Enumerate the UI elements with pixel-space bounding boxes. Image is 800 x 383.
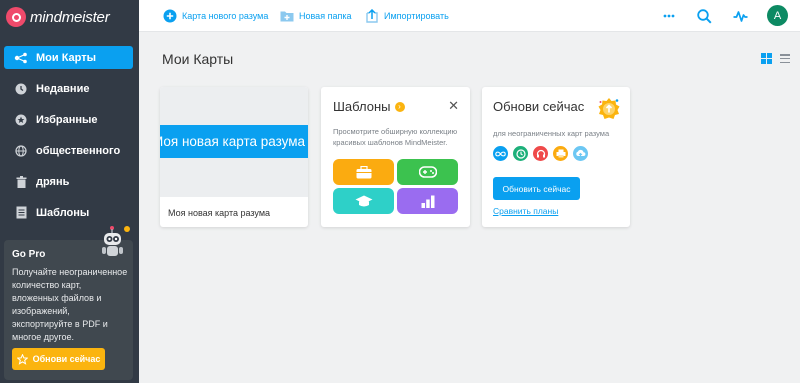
compare-plans-link[interactable]: Сравнить планы: [493, 206, 558, 216]
upgrade-now-primary-button[interactable]: Обновить сейчас: [493, 177, 580, 200]
sidebar-item-label: Недавние: [36, 82, 90, 95]
globe-icon: [14, 144, 28, 158]
template-tile-charts[interactable]: [397, 188, 458, 214]
cloud-upload-icon: [573, 146, 588, 161]
map-thumbnail[interactable]: Моя новая карта разума: [160, 87, 308, 197]
infinity-icon: [493, 146, 508, 161]
template-tile-fun[interactable]: [397, 159, 458, 185]
support-headset-icon: [533, 146, 548, 161]
robot-icon: [102, 226, 130, 256]
star-icon: [14, 113, 28, 127]
activity-button[interactable]: [729, 5, 751, 27]
more-dots-icon: [663, 14, 675, 18]
more-menu-button[interactable]: [658, 5, 680, 27]
sidebar-nav: Мои Карты Недавние Избранные общественно…: [0, 46, 139, 232]
logo-text: mindmeister: [30, 8, 110, 26]
logo[interactable]: mindmeister: [6, 7, 110, 27]
upgrade-subtitle: для неограниченных карт разума: [493, 129, 610, 138]
sidebar-item-public[interactable]: общественного: [4, 139, 133, 162]
template-tile-education[interactable]: [333, 188, 394, 214]
sidebar-item-label: дрянь: [36, 175, 70, 188]
list-view-icon[interactable]: [780, 54, 790, 63]
templates-title[interactable]: Шаблоны ›: [333, 99, 458, 114]
print-icon: [553, 146, 568, 161]
search-icon: [696, 8, 712, 24]
map-card[interactable]: Моя новая карта разума Моя новая карта р…: [160, 87, 308, 227]
graduation-cap-icon: [355, 195, 372, 206]
upgrade-badge-icon: [598, 98, 620, 119]
import-button[interactable]: Импортировать: [365, 8, 449, 24]
briefcase-icon: [356, 165, 371, 178]
sidebar-item-label: Шаблоны: [36, 206, 90, 219]
upgrade-now-button[interactable]: Обнови сейчас: [12, 348, 105, 370]
import-label: Импортировать: [384, 11, 449, 21]
bar-chart-icon: [421, 195, 434, 208]
page-title: Мои Карты: [162, 51, 234, 67]
templates-card: Шаблоны › ✕ Просмотрите обширную коллекц…: [321, 87, 470, 227]
sidebar-item-label: Избранные: [36, 113, 98, 126]
trash-icon: [14, 175, 28, 189]
sidebar-item-my-maps[interactable]: Мои Карты: [4, 46, 133, 69]
top-bar: Карта нового разума Новая папка Импортир…: [139, 0, 800, 32]
user-avatar[interactable]: A: [767, 5, 788, 26]
template-icon: [14, 206, 28, 220]
clock-icon: [14, 82, 28, 96]
close-icon[interactable]: ✕: [448, 98, 459, 114]
map-name[interactable]: Моя новая карта разума: [168, 208, 270, 218]
gamepad-icon: [418, 166, 437, 178]
template-tiles: [333, 159, 458, 214]
go-pro-panel: Go Pro Получайте неограниченное количест…: [4, 226, 133, 380]
template-tile-business[interactable]: [333, 159, 394, 185]
logo-icon: [6, 7, 26, 27]
sidebar-item-label: общественного: [36, 144, 121, 157]
import-icon: [365, 9, 379, 23]
templates-title-text: Шаблоны: [333, 99, 391, 114]
search-button[interactable]: [693, 5, 715, 27]
history-clock-icon: [513, 146, 528, 161]
upgrade-now-label: Обнови сейчас: [32, 354, 101, 364]
sidebar-item-recent[interactable]: Недавние: [4, 77, 133, 100]
feature-icons: [493, 146, 619, 161]
new-folder-button[interactable]: Новая папка: [280, 8, 351, 24]
templates-description: Просмотрите обширную коллекцию красивых …: [333, 127, 458, 147]
map-thumbnail-text: Моя новая карта разума: [160, 134, 306, 149]
activity-pulse-icon: [733, 11, 747, 22]
new-map-button[interactable]: Карта нового разума: [163, 8, 268, 24]
sidebar-item-favorites[interactable]: Избранные: [4, 108, 133, 131]
sidebar: mindmeister Мои Карты Недавние Избранные…: [0, 0, 139, 383]
mindmap-icon: [14, 51, 28, 65]
map-thumbnail-root-node: Моя новая карта разума: [160, 125, 308, 158]
sidebar-item-label: Мои Карты: [36, 51, 97, 64]
go-pro-text: Получайте неограниченное количество карт…: [12, 267, 128, 342]
sidebar-item-trash[interactable]: дрянь: [4, 170, 133, 193]
arrow-right-icon: ›: [394, 101, 405, 112]
new-map-label: Карта нового разума: [182, 11, 269, 21]
new-folder-label: Новая папка: [299, 11, 352, 21]
grid-view-icon[interactable]: [761, 53, 772, 64]
star-icon: [16, 353, 28, 365]
plus-circle-icon: [163, 9, 177, 23]
folder-plus-icon: [280, 9, 294, 23]
sidebar-item-templates[interactable]: Шаблоны: [4, 201, 133, 224]
